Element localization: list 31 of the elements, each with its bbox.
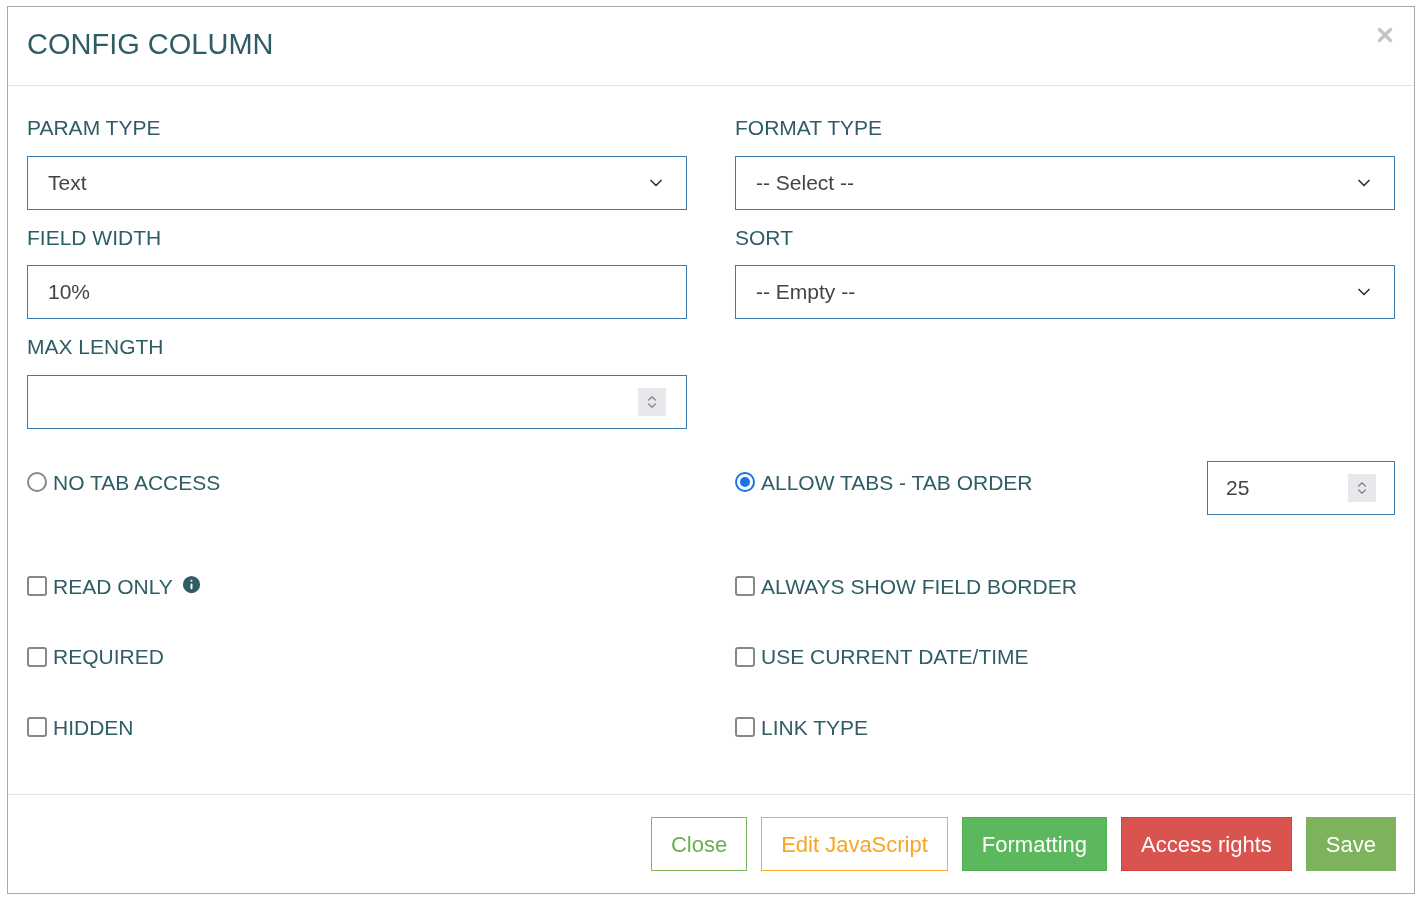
checkbox[interactable] (27, 717, 47, 738)
radio-label: ALLOW TABS - TAB ORDER (761, 469, 1033, 496)
checkbox-label: LINK TYPE (761, 714, 868, 741)
checkbox[interactable] (27, 646, 47, 667)
radio-label: NO TAB ACCESS (53, 469, 221, 496)
checkbox-label: REQUIRED (53, 644, 164, 670)
field-label: PARAM TYPE (27, 115, 162, 141)
input-field[interactable]: 10% (27, 265, 687, 319)
checkbox-label: ALWAYS SHOW FIELD BORDER (761, 573, 1077, 600)
field-label: FIELD WIDTH (27, 224, 163, 251)
number-input-field[interactable]: 25 (1207, 460, 1395, 515)
checkbox[interactable] (27, 576, 47, 597)
select-field[interactable]: -- Empty -- (735, 265, 1395, 319)
checkbox[interactable] (735, 576, 755, 597)
checkbox-label: HIDDEN (53, 714, 134, 741)
radio-button[interactable] (735, 472, 755, 493)
radio-button[interactable] (27, 472, 47, 493)
checkbox[interactable] (735, 717, 755, 738)
number-input-field[interactable] (27, 374, 687, 429)
field-label: SORT (735, 224, 794, 251)
checkbox[interactable] (735, 646, 755, 667)
checkbox-label: USE CURRENT DATE/TIME (761, 644, 1029, 670)
checkbox-label: READ ONLY (53, 573, 173, 600)
spinner-icon[interactable] (638, 387, 666, 416)
select-field[interactable]: -- Select -- (735, 155, 1395, 210)
spinner-icon[interactable] (1348, 473, 1376, 502)
dialog-button[interactable]: Access rights (1121, 817, 1292, 871)
select-field[interactable]: Text (27, 155, 687, 210)
field-label: MAX LENGTH (27, 334, 165, 360)
field-label: FORMAT TYPE (735, 115, 884, 141)
dialog-title: CONFIG COLUMN (27, 27, 274, 62)
